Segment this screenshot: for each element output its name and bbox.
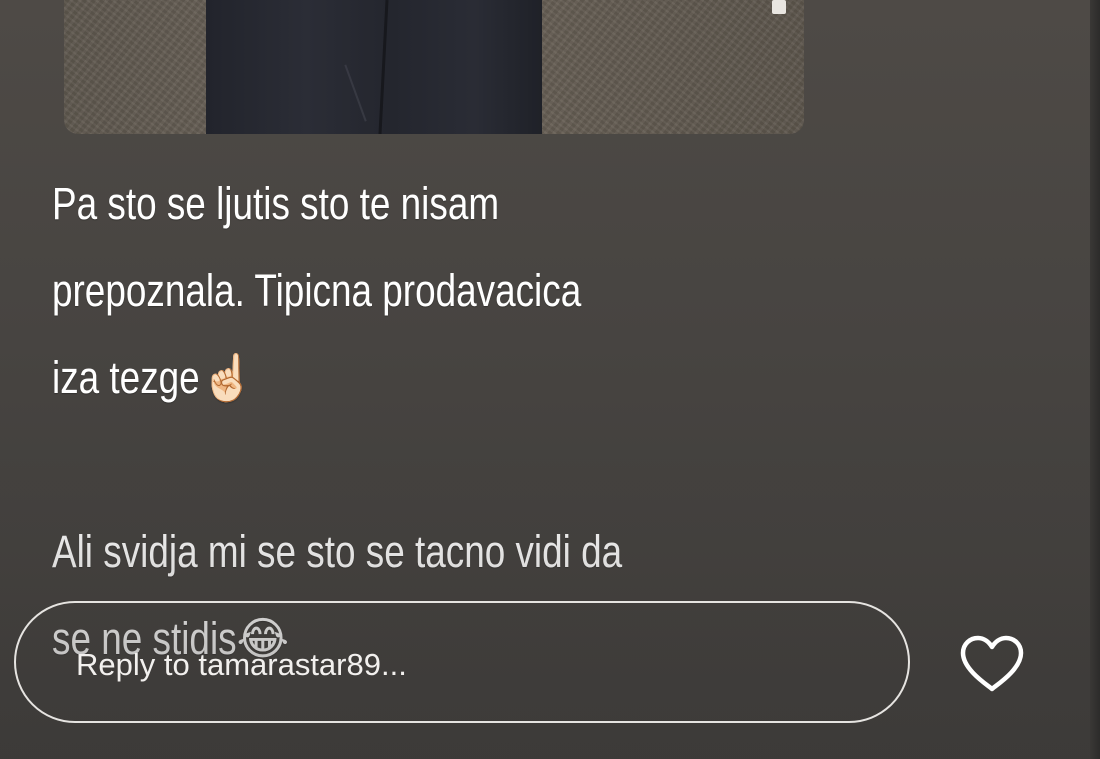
photo-white-mark (772, 0, 786, 14)
caption-line: prepoznala. Tipicna prodavacica (52, 247, 675, 334)
caption-line: Ali svidja mi se sto se tacno vidi da (52, 526, 623, 577)
story-photo (64, 0, 804, 134)
right-edge-strip (1090, 0, 1100, 759)
caption-line: Pa sto se ljutis sto te nisam (52, 178, 500, 229)
story-view: Pa sto se ljutis sto te nisam prepoznala… (0, 0, 1100, 759)
caption-line-text: iza tezge (52, 352, 200, 403)
caption-line-text: prepoznala. Tipicna prodavacica (52, 265, 582, 316)
pointing-up-emoji-icon: ☝🏻 (199, 351, 256, 404)
reply-placeholder: Reply to tamarastar89... (76, 647, 407, 682)
heart-outline-icon (960, 635, 1024, 692)
caption-line: iza tezge☝🏻 (52, 334, 675, 421)
like-button[interactable] (956, 630, 1028, 698)
reply-input[interactable]: Reply to tamarastar89... (14, 601, 910, 723)
